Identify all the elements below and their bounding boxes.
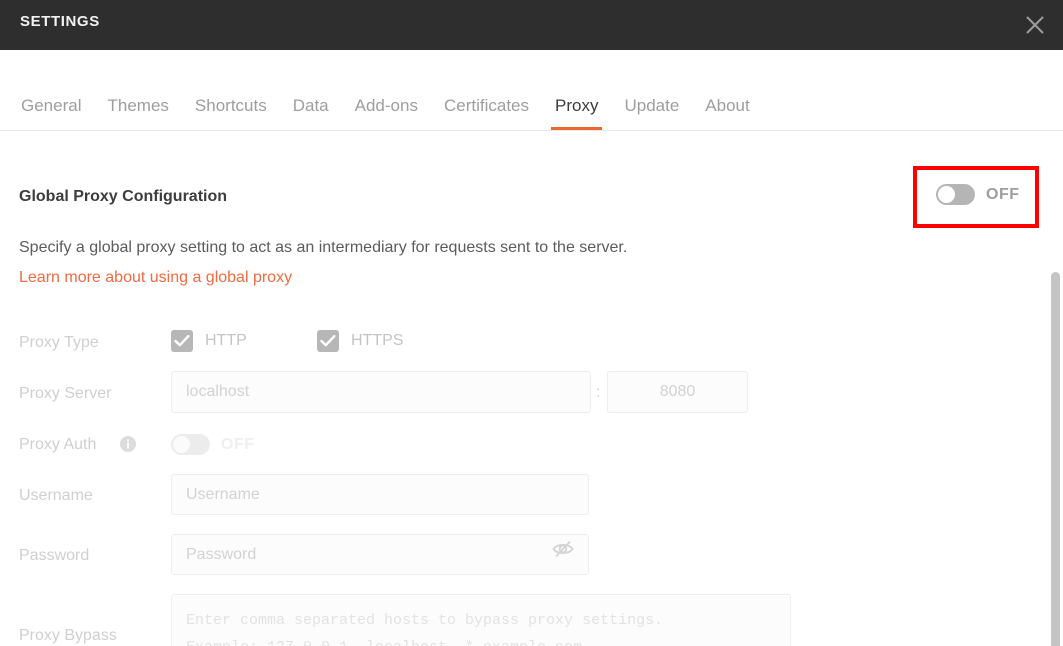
tab-update[interactable]: Update [611, 96, 692, 130]
proxy-type-label: Proxy Type [19, 334, 99, 351]
page-title: Global Proxy Configuration [19, 188, 228, 205]
proxy-auth-label: Proxy Auth [19, 436, 97, 453]
tab-general[interactable]: General [8, 96, 94, 130]
proxy-auth-toggle-track[interactable] [171, 434, 210, 455]
section-description: Specify a global proxy setting to act as… [19, 239, 628, 256]
title-bar: SETTINGS [0, 0, 1063, 50]
global-proxy-master-toggle[interactable]: OFF [936, 184, 1020, 205]
checkmark-icon [174, 335, 190, 347]
proxy-auth-state-label: OFF [221, 435, 255, 453]
username-label: Username [19, 487, 93, 504]
toggle-switch-knob [938, 186, 955, 203]
https-checkbox-label: HTTPS [351, 332, 404, 349]
info-icon[interactable] [120, 436, 136, 457]
close-icon[interactable] [1015, 5, 1055, 45]
username-input[interactable]: Username [171, 474, 589, 515]
tab-proxy[interactable]: Proxy [542, 96, 611, 130]
close-glyph [1026, 16, 1044, 34]
master-toggle-state-label: OFF [986, 185, 1020, 203]
proxy-type-https-option[interactable]: HTTPS [317, 330, 403, 352]
tab-add-ons[interactable]: Add-ons [342, 96, 431, 130]
content-scrollbar-thumb[interactable] [1051, 272, 1060, 646]
settings-tab-bar: General Themes Shortcuts Data Add-ons Ce… [0, 50, 1063, 131]
proxy-auth-toggle-knob [173, 436, 190, 453]
http-checkbox[interactable] [171, 330, 193, 352]
toggle-switch-track[interactable] [936, 184, 975, 205]
proxy-server-label: Proxy Server [19, 385, 112, 402]
window-title: SETTINGS [20, 13, 100, 30]
password-input[interactable]: Password [171, 534, 589, 575]
host-port-separator: : [596, 384, 601, 401]
tab-data[interactable]: Data [280, 96, 342, 130]
tab-about[interactable]: About [692, 96, 762, 130]
proxy-auth-toggle[interactable]: OFF [171, 434, 255, 455]
tab-certificates[interactable]: Certificates [431, 96, 542, 130]
info-glyph [120, 436, 136, 452]
tab-themes[interactable]: Themes [94, 96, 181, 130]
proxy-bypass-textarea[interactable]: Enter comma separated hosts to bypass pr… [171, 594, 791, 646]
eye-off-glyph [552, 540, 574, 558]
http-checkbox-label: HTTP [205, 332, 247, 349]
proxy-type-http-option[interactable]: HTTP [171, 330, 247, 352]
content-scrollbar-track[interactable] [1048, 131, 1063, 646]
settings-window: SETTINGS General Themes Shortcuts Data A… [0, 0, 1063, 646]
eye-off-icon[interactable] [551, 540, 1049, 559]
proxy-bypass-label: Proxy Bypass [19, 627, 117, 644]
proxy-port-input[interactable]: 8080 [607, 371, 748, 413]
proxy-settings-panel: Global Proxy Configuration Specify a glo… [0, 131, 1063, 646]
password-label: Password [19, 547, 90, 564]
tab-list: General Themes Shortcuts Data Add-ons Ce… [8, 96, 763, 130]
tab-shortcuts[interactable]: Shortcuts [182, 96, 280, 130]
checkmark-icon [320, 335, 336, 347]
https-checkbox[interactable] [317, 330, 339, 352]
learn-more-link[interactable]: Learn more about using a global proxy [19, 269, 292, 287]
proxy-host-input[interactable]: localhost [171, 371, 591, 413]
